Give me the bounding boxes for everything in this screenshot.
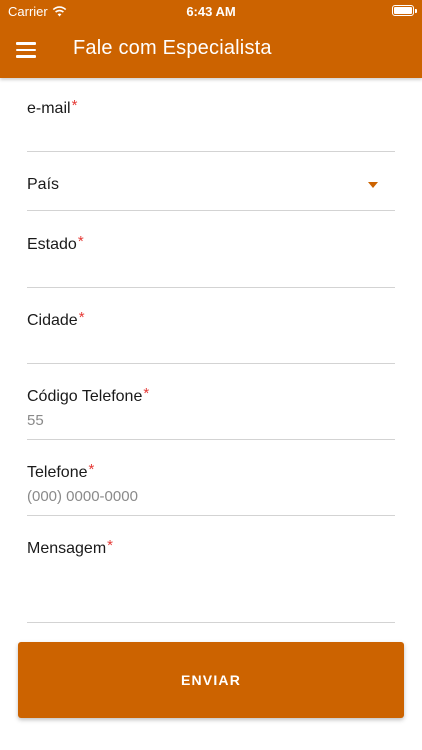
country-label: País [27, 176, 60, 193]
phone-label: Telefone* [27, 461, 95, 481]
city-field[interactable]: Cidade* [27, 309, 395, 364]
phone-code-field[interactable]: Código Telefone* 55 [27, 385, 395, 440]
hamburger-menu-icon[interactable] [16, 36, 44, 64]
message-label: Mensagem* [27, 537, 113, 557]
email-field[interactable]: e-mail* [27, 97, 395, 152]
country-select[interactable]: País [27, 176, 395, 211]
city-label: Cidade* [27, 309, 85, 329]
message-field[interactable]: Mensagem* [27, 537, 395, 623]
app-bar: Fale com Especialista [0, 22, 422, 78]
required-marker: * [143, 385, 150, 402]
phone-field[interactable]: Telefone* (000) 0000-0000 [27, 461, 395, 516]
email-label: e-mail* [27, 97, 78, 117]
state-label: Estado* [27, 233, 84, 253]
required-marker: * [71, 97, 78, 114]
phone-code-label: Código Telefone* [27, 385, 150, 405]
status-time: 6:43 AM [186, 4, 236, 19]
required-marker: * [77, 233, 84, 250]
battery-icon [392, 5, 417, 16]
phone-code-value: 55 [27, 412, 44, 429]
screen: Carrier 6:43 AM Fale com Especialista e-… [0, 0, 422, 750]
required-marker: * [107, 537, 113, 554]
state-field[interactable]: Estado* [27, 233, 395, 288]
required-marker: * [78, 309, 85, 326]
top-bar: Carrier 6:43 AM Fale com Especialista [0, 0, 422, 78]
required-marker: * [88, 461, 95, 478]
page-title: Fale com Especialista [73, 37, 272, 59]
phone-placeholder: (000) 0000-0000 [27, 488, 138, 505]
dropdown-caret-icon [368, 182, 378, 188]
submit-button[interactable]: ENVIAR [18, 642, 404, 718]
status-bar: Carrier 6:43 AM [0, 0, 422, 22]
